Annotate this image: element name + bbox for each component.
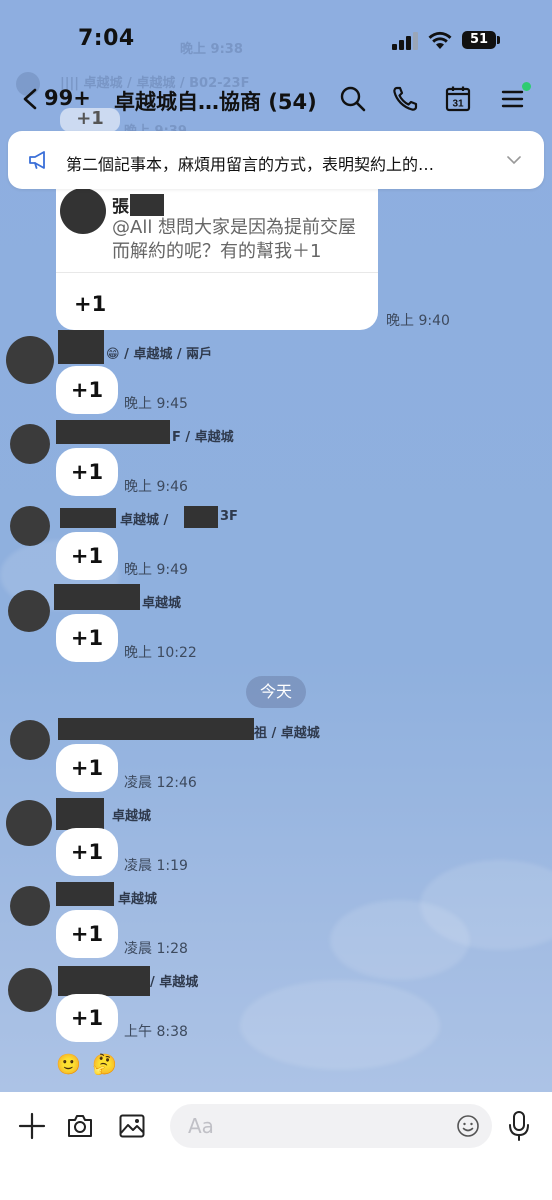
- wifi-icon: [428, 31, 452, 49]
- back-chevron-icon[interactable]: [22, 88, 38, 110]
- message-bubble[interactable]: +1: [56, 994, 118, 1042]
- calendar-day: 31: [452, 99, 464, 110]
- announcement-text: 第二個記事本，麻煩用留言的方式，表明契約上的…: [66, 155, 435, 174]
- sender-name: 卓越城 /: [120, 513, 169, 528]
- microphone-icon[interactable]: [506, 1110, 532, 1142]
- avatar[interactable]: [10, 720, 50, 760]
- date-separator: 今天: [246, 676, 306, 708]
- megaphone-icon: [29, 151, 45, 169]
- message-bubble[interactable]: +1: [56, 744, 118, 792]
- redacted-name: [58, 966, 150, 996]
- battery-indicator: 51: [462, 31, 496, 49]
- redacted-name: [54, 584, 140, 610]
- search-icon[interactable]: [338, 84, 368, 114]
- ghost-time: 晚上 9:38: [180, 42, 243, 57]
- message-input[interactable]: Aa: [170, 1104, 492, 1148]
- sender-unit: 3F: [220, 509, 238, 524]
- chat-title[interactable]: 卓越城自…協商 (54): [114, 86, 317, 116]
- quoted-avatar: [60, 188, 106, 234]
- message-time: 凌晨 1:19: [124, 858, 188, 874]
- image-gallery-icon[interactable]: [118, 1112, 146, 1140]
- signal-icon: [392, 32, 422, 50]
- ghost-bubble: +1: [60, 108, 120, 132]
- quoted-text: @All 想問大家是因為提前交屋而解約的呢？有的幫我＋1: [112, 217, 357, 262]
- phone-call-icon[interactable]: [390, 84, 420, 114]
- thinking-reaction-icon[interactable]: 🤔: [92, 1052, 117, 1076]
- quote-divider: [56, 272, 378, 273]
- message-bubble[interactable]: +1: [56, 532, 118, 580]
- redacted-name: [60, 508, 116, 528]
- sender-name: 😁 / 卓越城 / 兩戶: [106, 347, 213, 362]
- avatar[interactable]: [10, 506, 50, 546]
- status-time: 7:04: [78, 26, 135, 51]
- announcement-banner[interactable]: 第二個記事本，麻煩用留言的方式，表明契約上的…: [8, 131, 544, 189]
- sender-name: 卓越城: [142, 596, 182, 611]
- redacted-name: [184, 506, 218, 528]
- avatar[interactable]: [8, 968, 52, 1012]
- redacted-name: [56, 882, 114, 906]
- chevron-down-icon[interactable]: [506, 154, 522, 166]
- avatar[interactable]: [6, 336, 54, 384]
- message-bubble[interactable]: +1: [56, 448, 118, 496]
- menu-notification-dot: [522, 82, 531, 91]
- calendar-icon[interactable]: 31: [443, 84, 473, 114]
- message-bubble[interactable]: +1: [56, 366, 118, 414]
- message-time: 晚上 9:40: [386, 313, 450, 329]
- sender-name: 卓越城: [112, 809, 152, 824]
- back-unread-count[interactable]: 99+: [44, 86, 91, 110]
- plus-icon[interactable]: [18, 1112, 46, 1140]
- avatar[interactable]: [8, 590, 50, 632]
- quoted-sender-name: 張: [112, 197, 129, 217]
- message-bubble[interactable]: +1: [56, 828, 118, 876]
- sender-name: 祖 / 卓越城: [254, 726, 320, 741]
- message-input-placeholder: Aa: [188, 1114, 214, 1138]
- emoji-icon[interactable]: [456, 1114, 480, 1138]
- redacted-name: [130, 194, 164, 216]
- message-time: 凌晨 1:28: [124, 941, 188, 957]
- avatar[interactable]: [6, 800, 52, 846]
- battery-tip: [497, 36, 500, 44]
- message-time: 凌晨 12:46: [124, 775, 197, 791]
- message-time: 晚上 9:45: [124, 396, 188, 412]
- sender-name: 卓越城: [118, 892, 158, 907]
- camera-icon[interactable]: [66, 1112, 94, 1140]
- message-time: 晚上 9:46: [124, 479, 188, 495]
- sender-name: / 卓越城: [150, 975, 199, 990]
- redacted-name: [58, 718, 254, 740]
- message-time: 上午 8:38: [124, 1024, 188, 1040]
- message-time: 晚上 9:49: [124, 562, 188, 578]
- redacted-name: [58, 330, 104, 364]
- avatar[interactable]: [10, 424, 50, 464]
- message-bubble[interactable]: +1: [56, 910, 118, 958]
- message-time: 晚上 10:22: [124, 645, 197, 661]
- redacted-name: [56, 798, 104, 830]
- avatar[interactable]: [10, 886, 50, 926]
- reply-message-bubble[interactable]: 張 @All 想問大家是因為提前交屋而解約的呢？有的幫我＋1 +1: [56, 170, 378, 330]
- sender-name: F / 卓越城: [172, 430, 234, 445]
- smile-reaction-icon[interactable]: 🙂: [56, 1052, 81, 1076]
- reply-text: +1: [74, 292, 107, 316]
- message-bubble[interactable]: +1: [56, 614, 118, 662]
- redacted-name: [56, 420, 170, 444]
